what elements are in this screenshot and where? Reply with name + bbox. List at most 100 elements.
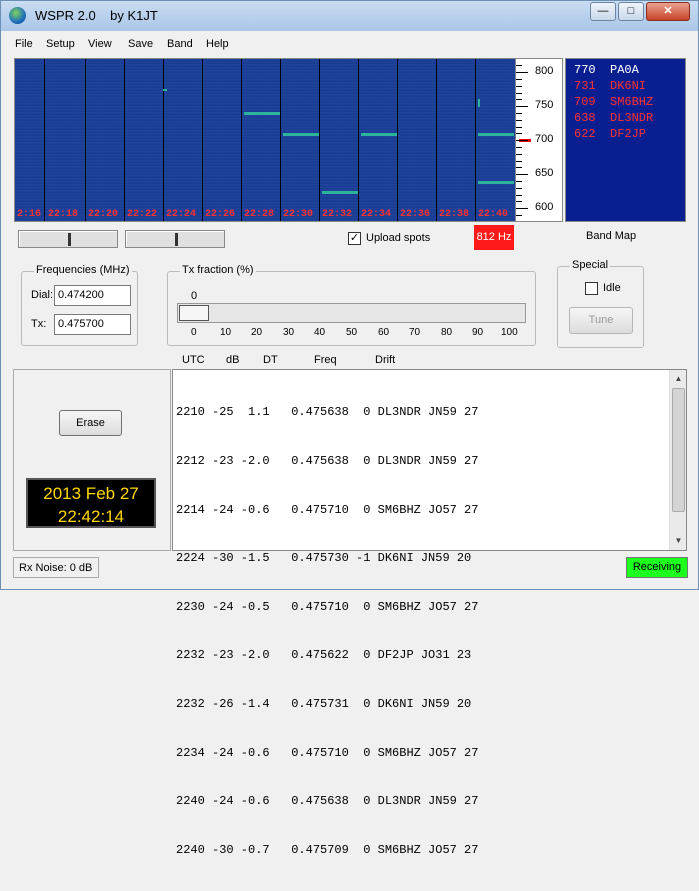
scale-tick <box>516 147 522 148</box>
menu-help[interactable]: Help <box>206 38 229 50</box>
waterfall-time-label: 22:32 <box>322 209 353 220</box>
slider-thumb[interactable] <box>68 233 71 246</box>
idle-checkbox[interactable] <box>585 282 598 295</box>
scale-tick <box>516 208 528 209</box>
waterfall-divider <box>397 59 398 221</box>
contrast-slider[interactable] <box>125 230 225 248</box>
tx-scale-label: 20 <box>251 327 263 338</box>
scale-tick <box>516 93 522 94</box>
header-dt: DT <box>263 354 278 366</box>
log-line: 2240 -30 -0.7 0.475709 0 SM6BHZ JO57 27 <box>176 842 479 857</box>
menu-setup[interactable]: Setup <box>46 38 75 50</box>
menu-view[interactable]: View <box>88 38 112 50</box>
menu-save[interactable]: Save <box>128 38 153 50</box>
waterfall-signal <box>244 112 280 115</box>
tx-scale-label: 0 <box>191 327 197 338</box>
scale-tick <box>516 215 522 216</box>
tx-scale-label: 90 <box>472 327 484 338</box>
erase-button[interactable]: Erase <box>59 410 122 436</box>
menu-bar: File Setup View Save Band Help <box>2 33 697 55</box>
scale-tick <box>516 127 522 128</box>
tx-freq-label: Tx: <box>31 318 47 330</box>
special-title: Special <box>570 259 611 271</box>
header-freq: Freq <box>314 354 337 366</box>
log-line: 2210 -25 1.1 0.475638 0 DL3NDR JN59 27 <box>176 405 479 420</box>
window-title: WSPR 2.0 by K1JT <box>35 8 158 23</box>
waterfall-time-label: 22:36 <box>400 209 431 220</box>
frequency-scale: 800 750 700 650 600 <box>516 58 563 222</box>
tx-scale-label: 60 <box>378 327 390 338</box>
tx-fraction-value: 0 <box>191 290 198 302</box>
waterfall-time-label: 22:24 <box>166 209 197 220</box>
scale-tick <box>516 201 522 202</box>
tx-fraction-slider[interactable] <box>177 303 526 323</box>
tx-freq-input[interactable]: 0.475700 <box>54 314 131 335</box>
scale-tick <box>516 120 522 121</box>
waterfall-signal <box>361 133 397 136</box>
call-entry: 709 SM6BHZ <box>574 95 654 109</box>
tune-button[interactable]: Tune <box>569 307 633 334</box>
scale-tick <box>516 174 528 175</box>
scale-tick <box>516 181 522 182</box>
close-button[interactable]: ✕ <box>646 2 690 21</box>
waterfall-time-label: 22:18 <box>48 209 79 220</box>
log-line: 2212 -23 -2.0 0.475638 0 DL3NDR JN59 27 <box>176 454 479 469</box>
log-text: 2210 -25 1.1 0.475638 0 DL3NDR JN59 27 2… <box>176 372 478 891</box>
waterfall-display[interactable]: 2:16 22:18 22:20 22:22 22:24 22:26 22:28… <box>14 58 516 222</box>
title-bar[interactable]: WSPR 2.0 by K1JT — □ ✕ <box>1 1 698 31</box>
waterfall-time-label: 22:26 <box>205 209 236 220</box>
scroll-thumb[interactable] <box>672 388 685 512</box>
tx-scale-label: 80 <box>441 327 453 338</box>
slider-thumb[interactable] <box>179 305 209 321</box>
waterfall-noise <box>15 59 515 221</box>
maximize-button[interactable]: □ <box>618 2 644 21</box>
waterfall-divider <box>124 59 125 221</box>
waterfall-time-label: 2:16 <box>17 209 42 220</box>
log-line: 2234 -24 -0.6 0.475710 0 SM6BHZ JO57 27 <box>176 745 479 760</box>
scale-tick <box>516 195 522 196</box>
scale-tick <box>516 113 522 114</box>
scale-tick <box>516 133 522 134</box>
waterfall-time-label: 22:40 <box>478 209 509 220</box>
scale-label: 800 <box>535 65 554 77</box>
decode-log[interactable]: 2210 -25 1.1 0.475638 0 DL3NDR JN59 27 2… <box>172 369 687 857</box>
scale-label: 700 <box>535 133 554 145</box>
frequencies-group: Frequencies (MHz) Dial: 0.474200 Tx: 0.4… <box>21 264 138 346</box>
brightness-slider[interactable] <box>18 230 118 248</box>
waterfall-time-label: 22:30 <box>283 209 314 220</box>
waterfall-divider <box>280 59 281 221</box>
receiving-status: Receiving <box>626 557 688 578</box>
scroll-up-icon[interactable]: ▲ <box>671 371 686 387</box>
waterfall-time-label: 22:28 <box>244 209 275 220</box>
clock-time: 22:42:14 <box>57 507 125 526</box>
minimize-button[interactable]: — <box>590 2 616 21</box>
header-utc: UTC <box>182 354 205 366</box>
log-line: 2240 -24 -0.6 0.475638 0 DL3NDR JN59 27 <box>176 794 479 809</box>
waterfall-divider <box>85 59 86 221</box>
upload-spots-checkbox[interactable]: ✓ <box>348 232 361 245</box>
utc-clock: 2013 Feb 27 22:42:14 <box>26 478 156 528</box>
slider-thumb[interactable] <box>175 233 178 246</box>
log-scrollbar[interactable]: ▲ ▼ <box>669 370 686 550</box>
app-window: WSPR 2.0 by K1JT — □ ✕ File Setup View S… <box>0 0 699 857</box>
waterfall-signal <box>322 191 358 194</box>
idle-label: Idle <box>603 282 621 294</box>
scale-tick <box>516 86 522 87</box>
menu-file[interactable]: File <box>15 38 33 50</box>
call-entry: 731 DK6NI <box>574 79 647 93</box>
waterfall-divider <box>475 59 476 221</box>
scale-tick <box>516 72 528 73</box>
dial-input[interactable]: 0.474200 <box>54 285 131 306</box>
scale-label: 600 <box>535 201 554 213</box>
menu-band[interactable]: Band <box>167 38 193 50</box>
decoded-calls-panel: 770 PA0A 731 DK6NI 709 SM6BHZ 638 DL3NDR… <box>565 58 686 222</box>
scale-tick <box>516 140 528 141</box>
scale-tick <box>516 99 522 100</box>
call-entry: 770 PA0A <box>574 63 639 77</box>
waterfall-divider <box>319 59 320 221</box>
band-map-label[interactable]: Band Map <box>586 230 636 242</box>
scroll-down-icon[interactable]: ▼ <box>671 533 686 549</box>
waterfall-divider <box>202 59 203 221</box>
waterfall-signal <box>478 99 480 107</box>
scale-tick <box>516 79 522 80</box>
